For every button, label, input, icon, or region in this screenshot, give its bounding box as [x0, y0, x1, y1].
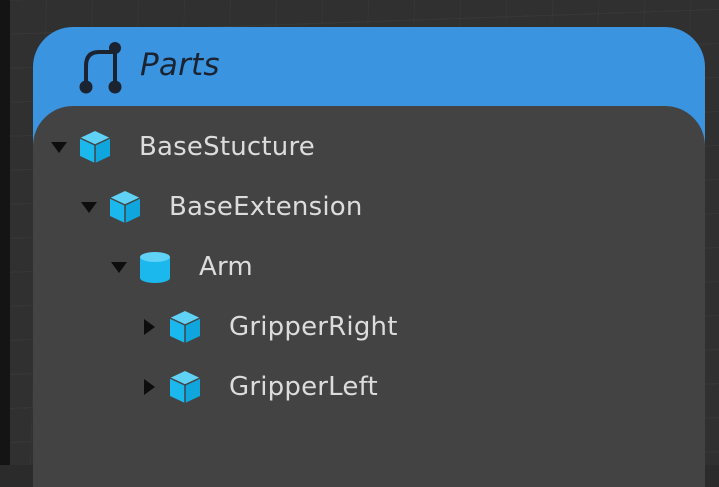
caret-right-icon[interactable] — [139, 317, 159, 337]
caret-down-icon[interactable] — [49, 137, 69, 157]
parts-panel: Parts BaseStucture BaseExtension Arm Gri… — [33, 27, 705, 487]
caret-down-icon[interactable] — [79, 197, 99, 217]
tree-item-gripperright[interactable]: GripperRight — [139, 302, 398, 352]
parts-panel-header[interactable]: Parts — [33, 27, 705, 107]
cube-icon — [79, 131, 111, 163]
tree-item-baseextension[interactable]: BaseExtension — [79, 182, 363, 232]
caret-right-icon[interactable] — [139, 377, 159, 397]
tree-item-label: BaseExtension — [169, 192, 363, 222]
tree-item-basestucture[interactable]: BaseStucture — [49, 122, 315, 172]
hierarchy-icon — [79, 42, 122, 94]
tree-item-label: BaseStucture — [139, 132, 315, 162]
tree-item-label: GripperRight — [229, 312, 398, 342]
cylinder-icon — [140, 252, 170, 283]
left-edge-strip — [0, 0, 10, 465]
tree-item-gripperleft[interactable]: GripperLeft — [139, 362, 378, 412]
cube-icon — [109, 191, 141, 223]
tree-item-label: GripperLeft — [229, 372, 378, 402]
cube-icon — [169, 371, 201, 403]
panel-title: Parts — [140, 47, 220, 83]
tree-item-label: Arm — [199, 252, 253, 282]
cube-icon — [169, 311, 201, 343]
tree-item-arm[interactable]: Arm — [109, 242, 253, 292]
caret-down-icon[interactable] — [109, 257, 129, 277]
parts-tree: BaseStucture BaseExtension Arm GripperRi… — [33, 106, 705, 487]
